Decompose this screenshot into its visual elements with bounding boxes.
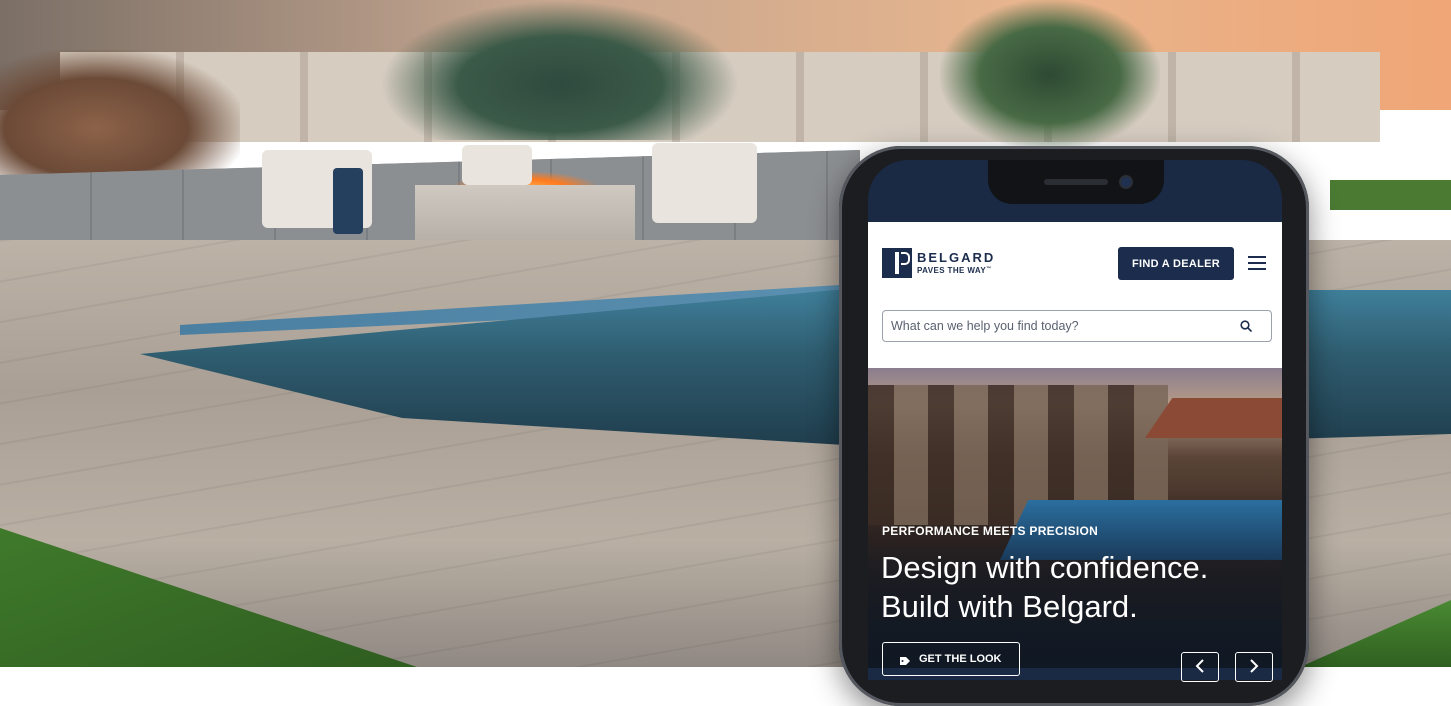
carousel-prev-button[interactable]: [1181, 652, 1219, 682]
tag-icon: [900, 657, 910, 665]
belgard-logo-icon[interactable]: [882, 248, 912, 278]
chevron-right-icon: [1250, 659, 1259, 673]
find-a-dealer-button[interactable]: FIND A DEALER: [1118, 247, 1234, 280]
hedge: [1330, 180, 1451, 210]
blue-blanket: [333, 168, 363, 234]
evergreen-tree-right: [940, 0, 1160, 150]
front-camera-icon: [1121, 177, 1131, 187]
site-header: [868, 222, 1282, 368]
evergreen-tree: [380, 0, 740, 140]
brand-name[interactable]: BELGARD: [917, 250, 995, 265]
fire-pit: [415, 185, 635, 247]
phone-speaker: [1044, 179, 1108, 185]
carousel-next-button[interactable]: [1235, 652, 1273, 682]
patio-chair-middle: [462, 145, 532, 185]
hero-headline-line-2: Build with Belgard.: [881, 589, 1138, 624]
hero-headline: Design with confidence. Build with Belga…: [881, 548, 1208, 626]
hero-eyebrow: PERFORMANCE MEETS PRECISION: [882, 524, 1099, 538]
hero-headline-line-1: Design with confidence.: [881, 550, 1209, 585]
chevron-left-icon: [1195, 659, 1204, 673]
hamburger-menu-icon[interactable]: [1248, 256, 1266, 270]
boulder-landscaping: [0, 50, 240, 180]
search-placeholder[interactable]: What can we help you find today?: [891, 319, 1079, 333]
patio-chair-right: [652, 143, 757, 223]
brand-tagline: PAVES THE WAY™: [917, 266, 992, 275]
search-icon[interactable]: [1240, 320, 1252, 332]
